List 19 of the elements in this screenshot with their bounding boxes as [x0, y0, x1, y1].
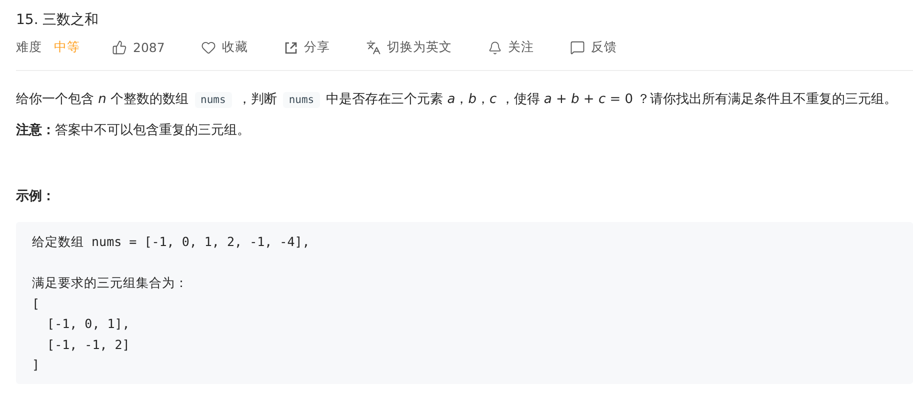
thumbs-up-icon — [112, 40, 127, 55]
feedback-button[interactable]: 反馈 — [570, 39, 617, 56]
heart-icon — [200, 40, 216, 55]
follow-button[interactable]: 关注 — [488, 39, 534, 56]
code-block: 给定数组 nums = [-1, 0, 1, 2, -1, -4], 满足要求的三元组集合为： [ [-1, 0, 1], [-1, -1, 2] ] — [16, 222, 913, 384]
translate-button[interactable]: 切换为英文 — [366, 39, 452, 56]
description-text: 给你一个包含 n 个整数的数组 nums ，判断 nums 中是否存在三个元素 a，b，c ，使得 a + b + c = 0 ？请你找出所有满足条件且不重复的三元组。 — [16, 91, 898, 110]
note-text: 注意：答案中不可以包含重复的三元组。 — [16, 122, 251, 140]
like-button[interactable]: 2087 — [112, 40, 165, 55]
difficulty-label: 难度 — [16, 39, 42, 56]
favorite-button[interactable]: 收藏 — [200, 39, 248, 56]
share-icon — [284, 40, 298, 54]
share-button[interactable]: 分享 — [284, 39, 330, 56]
example-heading: 示例： — [16, 188, 56, 206]
translate-icon — [366, 40, 381, 55]
problem-title: 15. 三数之和 — [16, 11, 100, 30]
difficulty-value: 中等 — [54, 39, 80, 56]
bell-icon — [488, 40, 502, 54]
message-icon — [570, 40, 585, 55]
